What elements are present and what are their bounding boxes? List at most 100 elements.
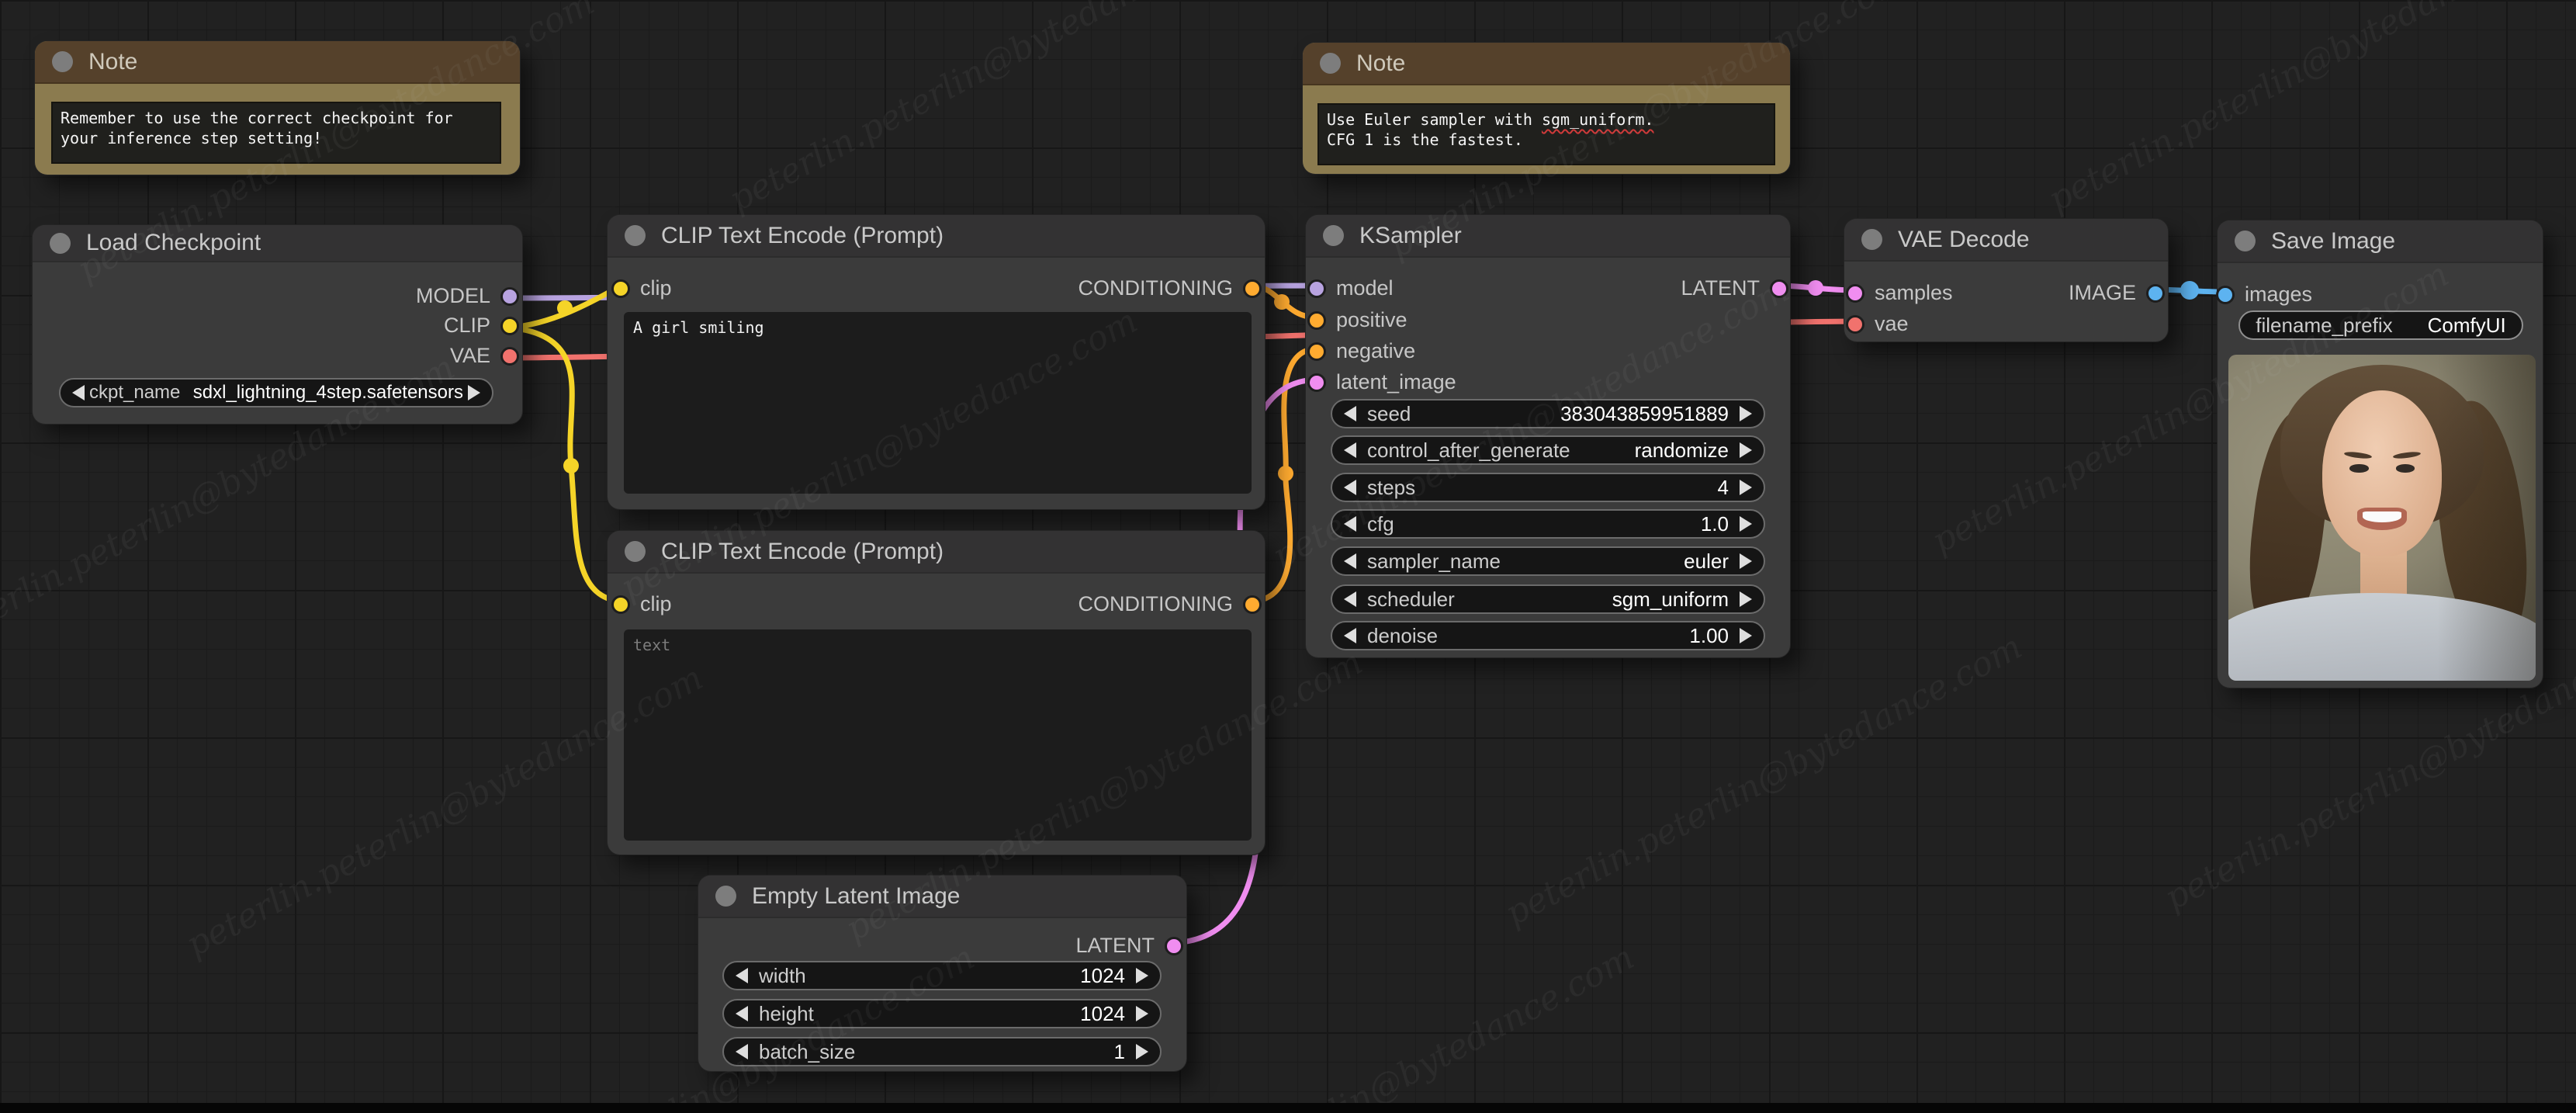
node-titlebar[interactable]: CLIP Text Encode (Prompt) (608, 215, 1265, 258)
latent-port-dot[interactable] (1846, 283, 1864, 303)
widget-next-arrow-icon[interactable] (1136, 1044, 1148, 1059)
output-vae[interactable]: VAE (450, 344, 519, 368)
conditioning-port-dot[interactable] (1307, 310, 1326, 330)
vae-port-dot[interactable] (1846, 314, 1864, 334)
output-conditioning[interactable]: CONDITIONING (1079, 592, 1262, 616)
link-dot (557, 300, 573, 316)
image-port-dot[interactable] (2216, 285, 2235, 304)
output-image[interactable]: IMAGE (2069, 281, 2165, 305)
widget-prev-arrow-icon[interactable] (72, 385, 85, 400)
latent-port-dot[interactable] (1307, 373, 1326, 392)
widget-prev-arrow-icon[interactable] (736, 1044, 748, 1059)
widget-prev-arrow-icon[interactable] (736, 1006, 748, 1021)
model-port-dot[interactable] (500, 286, 519, 306)
widget-prev-arrow-icon[interactable] (1344, 553, 1356, 569)
scheduler-widget[interactable]: scheduler sgm_uniform (1331, 584, 1765, 614)
widget-next-arrow-icon[interactable] (468, 385, 480, 400)
ckpt-name-widget[interactable]: ckpt_name sdxl_lightning_4step.safetenso… (59, 378, 493, 407)
input-negative[interactable]: negative (1307, 339, 1415, 363)
node-vae-decode[interactable]: VAE Decode samples vae IMAGE (1844, 219, 2168, 342)
node-graph-canvas[interactable]: Note Remember to use the correct checkpo… (0, 0, 2576, 1113)
batch-size-widget[interactable]: batch_size 1 (722, 1037, 1162, 1066)
latent-port-dot[interactable] (1165, 936, 1183, 955)
note-text[interactable]: Use Euler sampler with sgm_uniform. CFG 1… (1317, 103, 1775, 165)
node-title: Save Image (2271, 227, 2396, 254)
seed-widget[interactable]: seed 383043859951889 (1331, 399, 1765, 428)
input-positive[interactable]: positive (1307, 308, 1407, 332)
node-empty-latent-image[interactable]: Empty Latent Image LATENT width 1024 hei… (698, 875, 1186, 1071)
node-titlebar[interactable]: Load Checkpoint (33, 225, 522, 262)
note-titlebar[interactable]: Note (1303, 43, 1790, 85)
widget-next-arrow-icon[interactable] (1740, 480, 1752, 495)
widget-next-arrow-icon[interactable] (1740, 591, 1752, 607)
node-note-checkpoint[interactable]: Note Remember to use the correct checkpo… (35, 41, 520, 175)
output-model[interactable]: MODEL (416, 284, 519, 308)
width-widget[interactable]: width 1024 (722, 961, 1162, 990)
node-clip-text-encode-positive[interactable]: CLIP Text Encode (Prompt) clip CONDITION… (608, 215, 1265, 509)
clip-port-dot[interactable] (500, 316, 519, 335)
note-text[interactable]: Remember to use the correct checkpoint f… (51, 102, 501, 164)
node-ksampler[interactable]: KSampler model positive negative latent_… (1306, 215, 1790, 657)
steps-widget[interactable]: steps 4 (1331, 473, 1765, 502)
node-titlebar[interactable]: KSampler (1306, 215, 1790, 258)
input-clip[interactable]: clip (611, 592, 672, 616)
prompt-textarea[interactable]: text (624, 629, 1252, 841)
note-titlebar[interactable]: Note (35, 41, 520, 84)
widget-prev-arrow-icon[interactable] (736, 968, 748, 983)
link-dot (563, 458, 579, 473)
filename-prefix-widget[interactable]: filename_prefix ComfyUI (2238, 310, 2523, 340)
cfg-widget[interactable]: cfg 1.0 (1331, 509, 1765, 539)
sampler-name-widget[interactable]: sampler_name euler (1331, 546, 1765, 576)
widget-prev-arrow-icon[interactable] (1344, 406, 1356, 421)
conditioning-port-dot[interactable] (1243, 595, 1262, 614)
widget-next-arrow-icon[interactable] (1740, 442, 1752, 458)
node-titlebar[interactable]: CLIP Text Encode (Prompt) (608, 531, 1265, 574)
denoise-widget[interactable]: denoise 1.00 (1331, 621, 1765, 650)
node-note-sampler[interactable]: Note Use Euler sampler with sgm_uniform.… (1303, 43, 1790, 174)
control-after-generate-widget[interactable]: control_after_generate randomize (1331, 435, 1765, 465)
node-titlebar[interactable]: Empty Latent Image (698, 875, 1186, 918)
image-port-dot[interactable] (2146, 283, 2165, 303)
port-label: CLIP (443, 314, 490, 337)
node-status-dot (50, 232, 71, 254)
output-conditioning[interactable]: CONDITIONING (1079, 276, 1262, 300)
output-latent[interactable]: LATENT (1681, 276, 1788, 300)
widget-next-arrow-icon[interactable] (1136, 968, 1148, 983)
widget-prev-arrow-icon[interactable] (1344, 480, 1356, 495)
output-clip[interactable]: CLIP (444, 314, 519, 338)
widget-next-arrow-icon[interactable] (1740, 553, 1752, 569)
input-images[interactable]: images (2216, 283, 2312, 307)
height-widget[interactable]: height 1024 (722, 999, 1162, 1028)
conditioning-port-dot[interactable] (1243, 279, 1262, 298)
input-latent-image[interactable]: latent_image (1307, 370, 1456, 394)
input-vae[interactable]: vae (1846, 312, 1909, 336)
prompt-textarea[interactable]: A girl smiling (624, 312, 1252, 494)
widget-prev-arrow-icon[interactable] (1344, 442, 1356, 458)
node-clip-text-encode-negative[interactable]: CLIP Text Encode (Prompt) clip CONDITION… (608, 531, 1265, 855)
node-titlebar[interactable]: VAE Decode (1844, 219, 2168, 262)
clip-port-dot[interactable] (611, 595, 630, 614)
input-clip[interactable]: clip (611, 276, 672, 300)
model-port-dot[interactable] (1307, 279, 1326, 298)
link-dot (2180, 281, 2199, 300)
vae-port-dot[interactable] (500, 346, 519, 366)
widget-next-arrow-icon[interactable] (1740, 406, 1752, 421)
widget-prev-arrow-icon[interactable] (1344, 591, 1356, 607)
node-save-image[interactable]: Save Image images filename_prefix ComfyU… (2216, 220, 2543, 688)
latent-port-dot[interactable] (1770, 279, 1788, 298)
widget-value: 1024 (1080, 963, 1125, 987)
widget-next-arrow-icon[interactable] (1740, 516, 1752, 532)
port-label: LATENT (1681, 276, 1760, 300)
clip-port-dot[interactable] (611, 279, 630, 298)
widget-next-arrow-icon[interactable] (1740, 628, 1752, 643)
widget-prev-arrow-icon[interactable] (1344, 628, 1356, 643)
widget-prev-arrow-icon[interactable] (1344, 516, 1356, 532)
input-model[interactable]: model (1307, 276, 1394, 300)
port-label: negative (1336, 339, 1416, 362)
conditioning-port-dot[interactable] (1307, 342, 1326, 361)
output-latent[interactable]: LATENT (1075, 934, 1183, 958)
input-samples[interactable]: samples (1846, 281, 1953, 305)
widget-next-arrow-icon[interactable] (1136, 1006, 1148, 1021)
node-titlebar[interactable]: Save Image (2218, 220, 2543, 263)
node-load-checkpoint[interactable]: Load Checkpoint MODEL CLIP VAE ckpt_name… (33, 225, 522, 424)
